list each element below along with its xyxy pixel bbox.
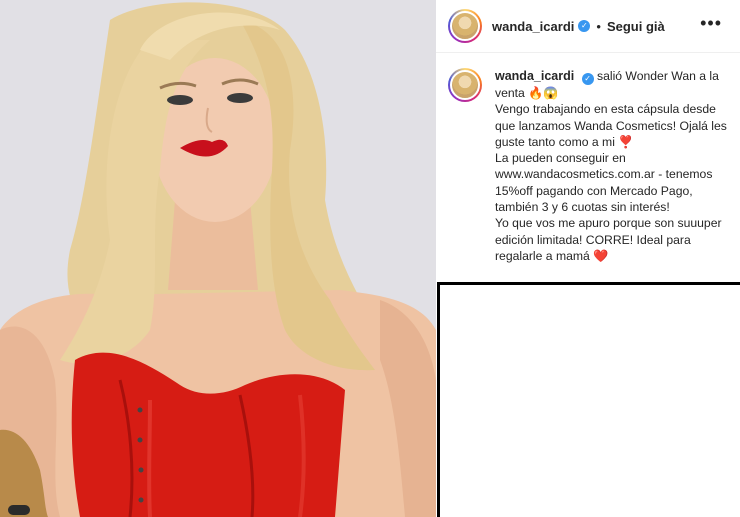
following-button[interactable]: Segui già <box>607 19 665 34</box>
caption-text: wanda_icardi ✓ salió Wonder Wan a la ven… <box>495 68 730 264</box>
woman-portrait-image <box>0 0 436 517</box>
carousel-indicator <box>8 505 30 515</box>
post-header: wanda_icardi ✓ • Segui già ••• <box>436 0 740 53</box>
blank-area <box>437 282 740 517</box>
avatar-image <box>450 11 480 41</box>
author-username[interactable]: wanda_icardi <box>492 19 574 34</box>
post-photo[interactable] <box>0 0 436 517</box>
caption-line-4: Yo que vos me apuro porque son suuuper e… <box>495 216 722 263</box>
post-caption: wanda_icardi ✓ salió Wonder Wan a la ven… <box>436 68 740 264</box>
avatar-image <box>450 70 480 100</box>
separator-dot: • <box>596 18 601 34</box>
caption-line-2: Vengo trabajando en esta cápsula desde q… <box>495 102 727 149</box>
caption-username[interactable]: wanda_icardi <box>495 69 574 83</box>
more-options-icon[interactable]: ••• <box>700 14 722 32</box>
avatar[interactable] <box>448 9 482 43</box>
avatar[interactable] <box>448 68 482 102</box>
verified-badge-icon: ✓ <box>578 20 591 32</box>
caption-line-3: La pueden conseguir en www.wandacosmetic… <box>495 151 713 215</box>
verified-badge-icon: ✓ <box>581 73 594 85</box>
caption-line: wanda_icardi ✓ salió Wonder Wan a la ven… <box>495 68 730 101</box>
